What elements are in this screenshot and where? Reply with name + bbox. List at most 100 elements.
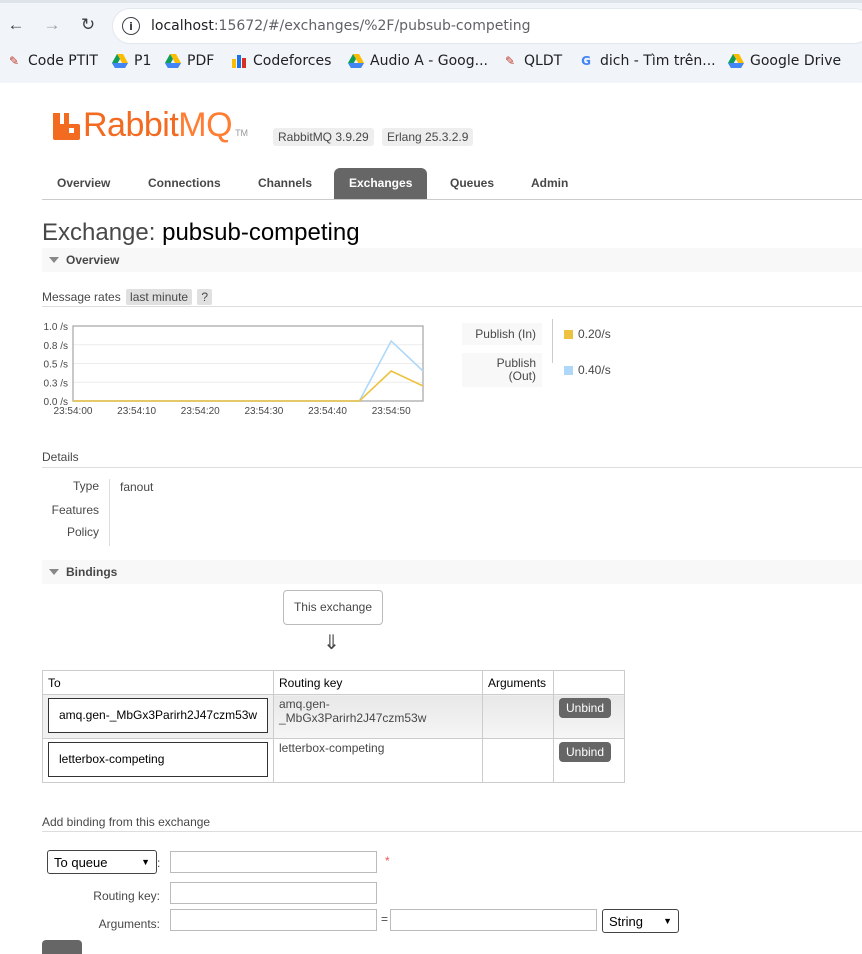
qldt-icon: ✎: [504, 54, 516, 68]
argument-key-input[interactable]: [170, 909, 377, 931]
address-bar[interactable]: i localhost:15672/#/exchanges/%2F/pubsub…: [112, 8, 862, 44]
chart-series-line: [73, 370, 424, 402]
unbind-button[interactable]: Unbind: [559, 698, 612, 718]
required-marker: *: [385, 854, 390, 868]
arguments-cell: [482, 694, 554, 739]
column-header-arguments: Arguments: [482, 670, 554, 695]
tab-queues[interactable]: Queues: [435, 168, 509, 199]
rabbitmq-logo-icon: [53, 113, 80, 140]
destination-name-input[interactable]: [170, 851, 377, 873]
tab-strip-edge: [0, 0, 862, 3]
chart-x-tick-label: 23:54:20: [181, 406, 220, 417]
back-arrow-icon[interactable]: ←: [4, 13, 28, 37]
google-icon: G: [581, 54, 591, 68]
policy-label: Policy: [66, 525, 99, 539]
reload-icon[interactable]: ↻: [76, 13, 100, 37]
queue-link[interactable]: amq.gen-_MbGx3Parirh2J47czm53w: [48, 698, 268, 733]
bookmark-code-ptit[interactable]: ✎ Code PTIT: [6, 53, 98, 69]
bookmark-label: PDF: [187, 53, 215, 69]
range-selector-button[interactable]: last minute: [126, 289, 193, 305]
routing-key-input[interactable]: [170, 882, 377, 904]
codeforces-icon: [231, 53, 247, 69]
help-button[interactable]: ?: [197, 289, 213, 305]
bookmark-label: QLDT: [524, 53, 563, 69]
legend-publish-in[interactable]: Publish (In): [462, 323, 542, 345]
action-cell: Unbind: [553, 694, 625, 739]
bookmark-codeforces[interactable]: Codeforces: [231, 53, 331, 69]
arguments-cell: [482, 738, 554, 783]
chart-x-tick-label: 23:54:10: [117, 406, 156, 417]
chevron-down-icon: ▼: [141, 857, 150, 867]
column-header-routing-key: Routing key: [273, 670, 483, 695]
page-title: Exchange: pubsub-competing: [42, 219, 360, 247]
logo-rabbit-text: Rabbit: [83, 106, 179, 144]
legend-divider: [552, 319, 553, 363]
exchange-name: pubsub-competing: [162, 219, 360, 246]
logo-wordmark: RabbitMQ: [83, 108, 233, 142]
chart-x-tick-label: 23:54:50: [372, 406, 411, 417]
bindings-section-toggle[interactable]: Bindings: [42, 560, 862, 584]
trademark-mark: TM: [235, 128, 249, 138]
bookmark-label: Code PTIT: [28, 53, 98, 69]
legend-publish-out[interactable]: Publish (Out): [462, 353, 542, 387]
tab-channels[interactable]: Channels: [243, 168, 327, 199]
bookmark-google-drive[interactable]: Google Drive: [728, 53, 841, 69]
destination-type-select[interactable]: To queue ▼: [47, 850, 157, 874]
argument-type-select[interactable]: String ▼: [602, 909, 679, 933]
forward-arrow-icon[interactable]: →: [40, 13, 64, 37]
bookmark-label: Audio A - Goog...: [370, 53, 488, 69]
routing-key-cell: letterbox-competing: [273, 738, 483, 783]
tab-connections[interactable]: Connections: [133, 168, 236, 199]
argument-value-input[interactable]: [390, 909, 597, 931]
destination-colon: :: [157, 856, 161, 870]
browser-chrome: ← → ↻ i localhost:15672/#/exchanges/%2F/…: [0, 0, 862, 83]
binding-to-cell: amq.gen-_MbGx3Parirh2J47czm53w: [42, 694, 274, 739]
unbind-button[interactable]: Unbind: [559, 742, 612, 762]
destination-type-value: To queue: [54, 854, 108, 870]
column-header-actions: [553, 670, 625, 695]
message-rates-chart: 1.0 /s0.8 /s0.5 /s0.3 /s0.0 /s 23:54:00 2…: [44, 322, 424, 417]
chevron-down-icon: ▼: [663, 916, 672, 926]
publish-in-swatch: [564, 329, 573, 339]
details-heading: Details: [42, 450, 862, 468]
google-drive-icon: [348, 53, 364, 69]
message-rates-label: Message rates: [42, 290, 121, 304]
overview-section-toggle[interactable]: Overview: [42, 248, 862, 272]
legend-publish-out-value: 0.40/s: [564, 363, 611, 377]
publish-out-rate: 0.40/s: [578, 363, 611, 377]
routing-key-cell: amq.gen-_MbGx3Parirh2J47czm53w: [273, 694, 483, 739]
down-arrow-icon: ⇓: [323, 630, 340, 654]
bookmark-audio-a[interactable]: Audio A - Goog...: [348, 53, 488, 69]
bookmark-label: P1: [134, 53, 152, 69]
chart-x-axis: 23:54:00 23:54:10 23:54:20 23:54:30 23:54:40…: [54, 406, 412, 417]
bookmark-pdf[interactable]: PDF: [165, 53, 214, 69]
bookmark-label: Google Drive: [750, 53, 842, 69]
bind-button[interactable]: [42, 940, 82, 954]
bookmark-qldt[interactable]: ✎ QLDT: [502, 53, 562, 69]
url-text[interactable]: localhost:15672/#/exchanges/%2F/pubsub-c…: [151, 18, 530, 34]
url-path: :15672/#/exchanges/%2F/pubsub-competing: [213, 18, 531, 34]
action-cell: Unbind: [553, 738, 625, 783]
bookmarks-bar: ✎ Code PTIT P1 PDF Codeforces Audio A - …: [0, 46, 862, 80]
tab-overview[interactable]: Overview: [42, 168, 125, 199]
chart-x-tick-label: 23:54:00: [54, 406, 93, 417]
overview-section-title: Overview: [66, 253, 120, 267]
publish-in-rate: 0.20/s: [578, 327, 611, 341]
bookmark-dich[interactable]: G dich - Tìm trên...: [578, 53, 716, 69]
tab-exchanges[interactable]: Exchanges: [334, 168, 428, 199]
argument-type-value: String: [609, 913, 643, 929]
chart-y-axis: 1.0 /s0.8 /s0.5 /s0.3 /s0.0 /s: [44, 322, 68, 408]
tab-admin[interactable]: Admin: [516, 168, 583, 199]
table-row: amq.gen-_MbGx3Parirh2J47czm53w amq.gen-_…: [42, 694, 625, 739]
site-info-icon[interactable]: i: [122, 17, 140, 35]
chart-series: [73, 339, 424, 402]
chart-x-tick-label: 23:54:30: [244, 406, 283, 417]
rabbitmq-logo[interactable]: RabbitMQ TM: [53, 108, 249, 142]
page-title-prefix: Exchange:: [42, 219, 156, 246]
chart-y-tick-label: 1.0 /s: [44, 322, 68, 333]
bindings-section-title: Bindings: [66, 565, 118, 579]
bookmark-p1[interactable]: P1: [112, 53, 151, 69]
publish-out-swatch: [564, 365, 573, 375]
routing-key-label: Routing key:: [93, 889, 160, 903]
queue-link[interactable]: letterbox-competing: [48, 742, 268, 777]
